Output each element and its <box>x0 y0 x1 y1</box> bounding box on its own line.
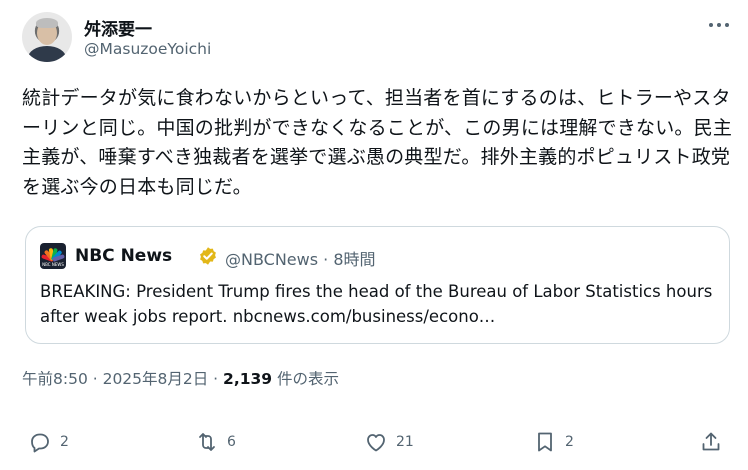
avatar-suit <box>28 46 66 62</box>
bookmark-button[interactable]: 2 <box>533 426 574 458</box>
quoted-author-name: NBC News <box>75 246 173 266</box>
more-dot-icon <box>709 23 713 27</box>
quoted-tweet-card[interactable]: NBC NEWS NBC News @NBCNews · 8時間 BREAKIN… <box>25 226 730 344</box>
reply-icon <box>31 433 49 453</box>
reply-button[interactable]: 2 <box>28 426 69 458</box>
repost-button[interactable]: 6 <box>195 426 236 458</box>
share-icon <box>702 432 720 451</box>
action-bar: 2 6 21 2 <box>0 426 748 458</box>
author-handle[interactable]: @MasuzoeYoichi <box>84 40 211 58</box>
bookmark-icon <box>538 432 552 452</box>
tweet-timestamp[interactable]: 午前8:50 · 2025年8月2日 · <box>22 370 223 388</box>
share-button[interactable] <box>699 426 723 458</box>
author-display-name[interactable]: 舛添要一 <box>84 15 152 40</box>
quoted-handle-time: @NBCNews · 8時間 <box>225 250 376 269</box>
views-count: 2,139 <box>223 370 273 388</box>
more-dot-icon <box>717 23 721 27</box>
tweet-meta: 午前8:50 · 2025年8月2日 · 2,139 件の表示 <box>22 367 339 389</box>
repost-count: 6 <box>227 434 236 450</box>
heart-icon <box>367 434 385 452</box>
views-label: 件の表示 <box>272 370 340 388</box>
more-options-button[interactable] <box>706 18 732 32</box>
more-dot-icon <box>725 23 729 27</box>
quoted-tweet-text: BREAKING: President Trump fires the head… <box>40 282 713 326</box>
like-count: 21 <box>396 434 414 450</box>
reply-count: 2 <box>60 434 69 450</box>
author-avatar[interactable] <box>22 12 72 62</box>
tweet-text: 統計データが気に食わないからといって、担当者を首にするのは、ヒトラーやスターリン… <box>22 87 733 198</box>
gold-verified-badge-icon <box>200 247 216 265</box>
logo-caption: NBC NEWS <box>42 262 64 267</box>
avatar-hair <box>36 18 58 28</box>
repost-icon <box>199 433 215 451</box>
bookmark-count: 2 <box>565 434 574 450</box>
nbc-peacock-logo-icon: NBC NEWS <box>40 243 66 269</box>
like-button[interactable]: 21 <box>364 426 414 458</box>
